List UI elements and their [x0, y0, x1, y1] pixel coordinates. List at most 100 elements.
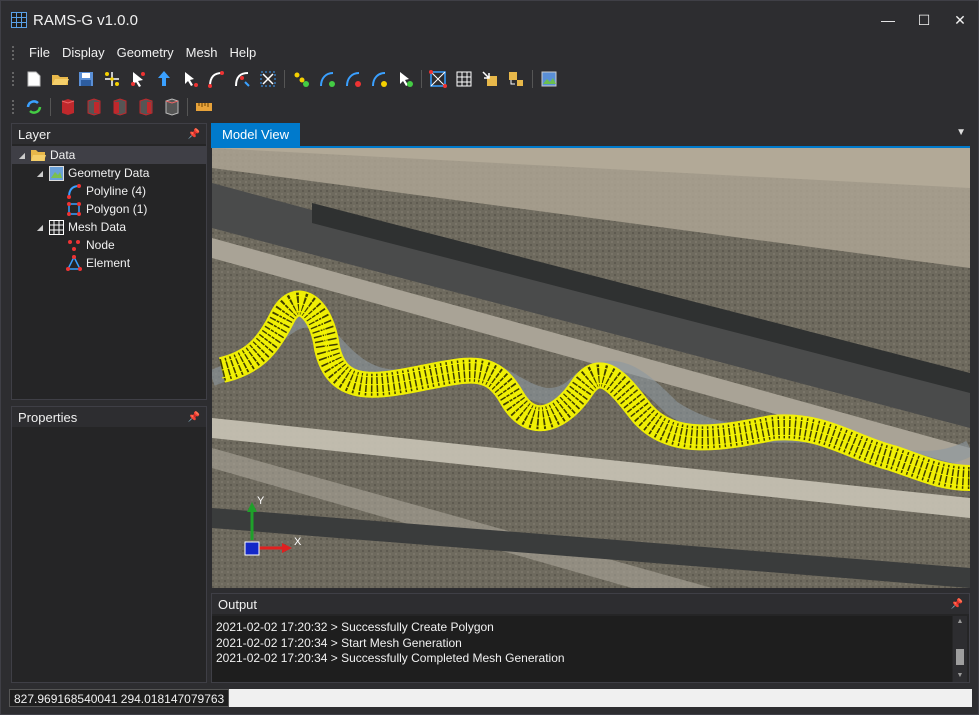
minimize-button[interactable]: — [870, 1, 906, 39]
model-viewport[interactable]: Y X [212, 148, 970, 588]
log-line: 2021-02-02 17:20:34 > Successfully Compl… [216, 651, 565, 665]
mesh-generate-icon [429, 70, 447, 88]
pin-icon[interactable]: 📌 [951, 599, 963, 610]
properties-panel: Properties 📌 [11, 406, 207, 683]
cursor-coordinates: 827.969168540041 294.018147079763 [9, 689, 230, 707]
mesh-grid-icon [48, 219, 64, 235]
cube-left-icon [113, 98, 127, 116]
edit-point-tool-button[interactable] [127, 68, 149, 90]
tree-label-mesh: Mesh Data [68, 220, 127, 234]
output-panel-title: Output [218, 596, 258, 612]
new-file-button[interactable] [23, 68, 45, 90]
triangle-element-icon [66, 255, 82, 271]
scroll-up-icon[interactable]: ▲ [953, 616, 967, 628]
main-toolbar [11, 68, 564, 90]
polygon-select-icon [260, 71, 276, 87]
menu-help[interactable]: Help [223, 43, 262, 63]
menu-file[interactable]: File [23, 43, 56, 63]
tree-item-element[interactable]: Element [12, 254, 206, 272]
background-image-button[interactable] [538, 68, 560, 90]
layer-panel-title: Layer [18, 126, 51, 142]
map-image-icon [541, 71, 557, 87]
edit-polyline-icon [235, 72, 250, 87]
line-convert-button[interactable] [368, 68, 390, 90]
save-button[interactable] [75, 68, 97, 90]
tree-item-polyline[interactable]: Polyline (4) [12, 182, 206, 200]
open-folder-icon [52, 75, 69, 85]
pin-icon[interactable]: 📌 [188, 129, 200, 140]
edit-polyline-tool-button[interactable] [231, 68, 253, 90]
select-node-icon [400, 72, 413, 87]
toolbar-grip-icon [11, 71, 15, 87]
document-tab-bar: Model View ▼ [211, 123, 970, 146]
add-node-button[interactable] [290, 68, 312, 90]
tab-model-view[interactable]: Model View [211, 123, 300, 146]
import-mesh-button[interactable] [479, 68, 501, 90]
line-convert-icon [372, 72, 387, 87]
polygon-tool-button[interactable] [257, 68, 279, 90]
mesh-grid-button[interactable] [453, 68, 475, 90]
scroll-down-icon[interactable]: ▼ [953, 670, 967, 682]
output-log[interactable]: 2021-02-02 17:20:32 > Successfully Creat… [212, 616, 952, 682]
collapse-arrow-icon[interactable]: ◢ [16, 151, 28, 160]
tree-label-data: Data [50, 148, 76, 162]
title-bar: RAMS-G v1.0.0 — ☐ ✕ [1, 1, 978, 39]
line-remove-button[interactable] [342, 68, 364, 90]
satellite-map[interactable]: Y X [212, 148, 970, 588]
select-polyline-tool-button[interactable] [179, 68, 201, 90]
cube-top-icon [165, 98, 179, 116]
polyline-icon [208, 71, 224, 88]
menu-grip-icon [11, 45, 15, 61]
draw-polyline-tool-button[interactable] [205, 68, 227, 90]
line-remove-icon [346, 72, 361, 87]
menu-display[interactable]: Display [56, 43, 111, 63]
open-folder-button[interactable] [49, 68, 71, 90]
menu-geometry[interactable]: Geometry [111, 43, 180, 63]
add-node-icon [294, 72, 309, 87]
collapse-arrow-icon[interactable]: ◢ [34, 223, 46, 232]
import-mesh-icon [482, 71, 497, 86]
tree-item-node[interactable]: Node [12, 236, 206, 254]
export-mesh-button[interactable] [505, 68, 527, 90]
export-mesh-icon [509, 72, 523, 86]
polygon-icon [66, 201, 82, 217]
maximize-button[interactable]: ☐ [906, 1, 942, 39]
toolbar2-grip-icon [11, 99, 15, 115]
point-tool-icon [105, 72, 119, 86]
collapse-arrow-icon[interactable]: ◢ [34, 169, 46, 178]
view-front-button[interactable] [56, 96, 78, 118]
ruler-icon [196, 103, 212, 111]
mesh-generate-button[interactable] [427, 68, 449, 90]
view-back-button[interactable] [82, 96, 104, 118]
tree-item-data[interactable]: ◢ Data [12, 146, 206, 164]
tree-item-mesh[interactable]: ◢ Mesh Data [12, 218, 206, 236]
layer-tree: ◢ Data ◢ Geometry Data Polyline (4) Poly… [12, 144, 206, 272]
add-point-tool-button[interactable] [101, 68, 123, 90]
scroll-thumb[interactable] [956, 649, 964, 665]
chevron-down-icon[interactable]: ▼ [956, 127, 966, 138]
move-point-tool-button[interactable] [153, 68, 175, 90]
line-node-button[interactable] [316, 68, 338, 90]
output-scrollbar[interactable]: ▲ ▼ [953, 616, 967, 682]
line-node-icon [320, 72, 335, 87]
menu-mesh[interactable]: Mesh [180, 43, 224, 63]
app-title: RAMS-G v1.0.0 [33, 11, 139, 29]
save-icon [79, 72, 93, 86]
tree-item-geometry[interactable]: ◢ Geometry Data [12, 164, 206, 182]
tree-label-geometry: Geometry Data [68, 166, 150, 180]
view-top-button[interactable] [160, 96, 182, 118]
layer-refresh-button[interactable] [23, 96, 45, 118]
view-right-button[interactable] [134, 96, 156, 118]
view-left-button[interactable] [108, 96, 130, 118]
close-button[interactable]: ✕ [942, 1, 978, 39]
tree-item-polygon[interactable]: Polygon (1) [12, 200, 206, 218]
geometry-map-icon [48, 165, 64, 181]
measure-button[interactable] [193, 96, 215, 118]
cube-front-icon [61, 99, 75, 115]
line-select-node-button[interactable] [394, 68, 416, 90]
tree-label-polyline: Polyline (4) [86, 184, 147, 198]
cube-back-icon [87, 98, 101, 116]
polyline-icon [66, 183, 82, 199]
pin-icon[interactable]: 📌 [188, 412, 200, 423]
app-window: RAMS-G v1.0.0 — ☐ ✕ File Display Geometr… [0, 0, 979, 715]
